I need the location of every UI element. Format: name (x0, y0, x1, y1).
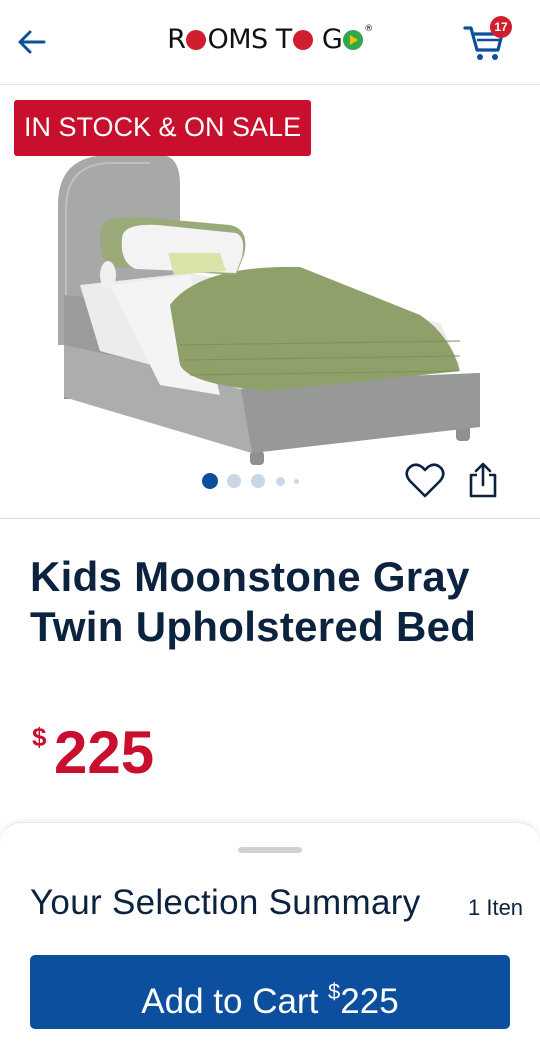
logo-text-part: OMS T (207, 24, 292, 55)
price-amount: 225 (54, 719, 155, 786)
share-button[interactable] (466, 461, 500, 499)
registered-mark-icon: ® (364, 24, 373, 34)
share-icon (469, 462, 497, 498)
drag-handle[interactable] (238, 847, 302, 853)
stock-sale-badge: IN STOCK & ON SALE (14, 100, 312, 156)
gallery-dot[interactable] (227, 474, 241, 488)
product-gallery[interactable]: IN STOCK & ON SALE (0, 85, 540, 517)
top-bar: R OMS T G ® 17 (0, 0, 540, 85)
logo-red-o-icon (186, 30, 207, 50)
gallery-dot[interactable] (276, 477, 285, 486)
logo-text-part: R (167, 24, 186, 55)
add-to-cart-amount: 225 (340, 982, 399, 1021)
summary-item-count: 1 Iten (468, 895, 524, 920)
add-to-cart-label: Add to Cart (141, 982, 329, 1021)
favorite-button[interactable] (404, 460, 446, 502)
add-to-cart-currency: $ (328, 979, 341, 1004)
cart-count-badge: 17 (490, 16, 512, 38)
summary-title: Your Selection Summary (30, 883, 421, 922)
logo-text-part: G (321, 24, 343, 55)
product-image[interactable] (40, 145, 490, 475)
gallery-dot-active[interactable] (202, 473, 218, 489)
gallery-dot[interactable] (251, 474, 265, 488)
section-divider (0, 518, 540, 519)
logo-red-o-icon (292, 30, 313, 50)
logo-go-o-icon (343, 30, 364, 50)
product-title: Kids Moonstone Gray Twin Upholstered Bed (30, 553, 477, 650)
heart-icon (405, 463, 445, 498)
price-currency: $ (32, 722, 47, 752)
rooms-to-go-logo[interactable]: R OMS T G ® (0, 24, 540, 55)
gallery-dot[interactable] (294, 479, 299, 484)
selection-summary-panel[interactable]: Your Selection Summary 1 Iten Add to Car… (0, 822, 540, 1063)
add-to-cart-button[interactable]: Add to Cart $225 (30, 955, 510, 1029)
